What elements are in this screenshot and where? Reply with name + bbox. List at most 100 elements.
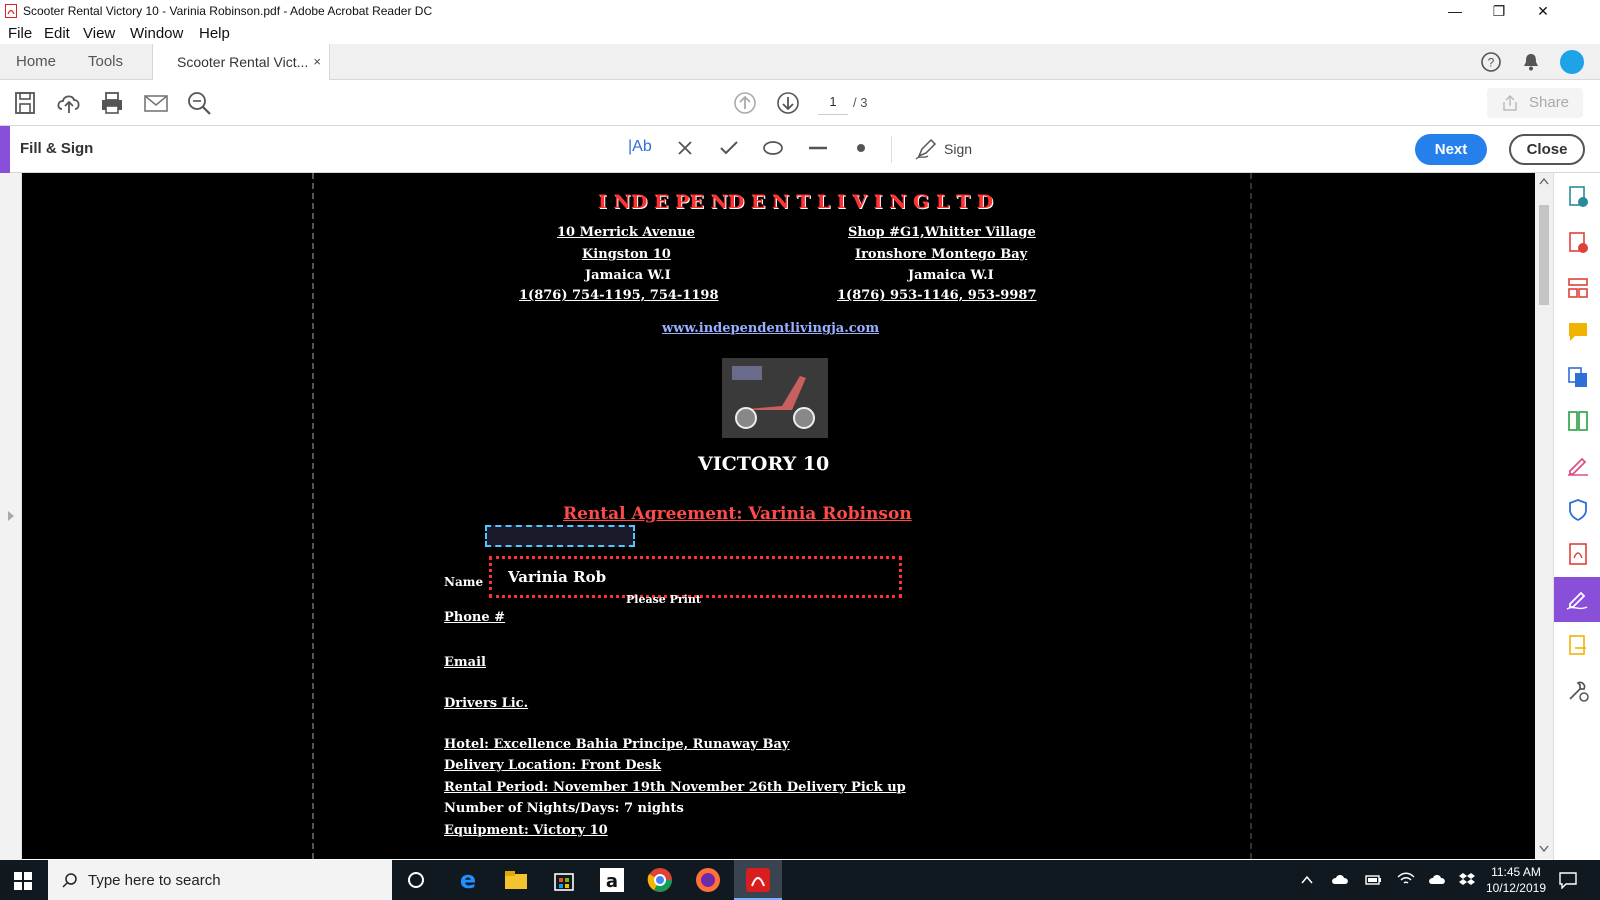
drivers-license-label: Drivers Lic. bbox=[444, 696, 529, 711]
search-icon bbox=[62, 873, 77, 888]
hotel-line: Hotel: Excellence Bahia Principe, Runawa… bbox=[444, 737, 790, 752]
close-fill-sign-button[interactable]: Close bbox=[1509, 134, 1585, 165]
title-bar: Scooter Rental Victory 10 - Varinia Robi… bbox=[0, 0, 1600, 23]
tab-tools[interactable]: Tools bbox=[88, 44, 123, 80]
vertical-scrollbar[interactable] bbox=[1535, 173, 1553, 859]
acrobat-app-icon bbox=[5, 4, 17, 18]
expand-panel-icon[interactable] bbox=[6, 509, 16, 523]
fill-sign-title: Fill & Sign bbox=[20, 140, 94, 157]
right-tools-rail bbox=[1553, 173, 1600, 860]
compare-files-icon[interactable] bbox=[1566, 409, 1590, 433]
menu-bar: File Edit View Window Help bbox=[0, 23, 1600, 44]
microsoft-store-icon[interactable] bbox=[550, 866, 578, 894]
dropbox-icon[interactable] bbox=[1458, 871, 1476, 887]
line-tool-icon[interactable] bbox=[807, 139, 829, 157]
dot-tool-icon[interactable] bbox=[852, 139, 870, 157]
window-title: Scooter Rental Victory 10 - Varinia Robi… bbox=[23, 4, 433, 18]
pdf-standards-icon[interactable] bbox=[1566, 542, 1590, 566]
scroll-down-icon[interactable] bbox=[1539, 845, 1549, 853]
edit-pdf-icon[interactable] bbox=[1566, 453, 1590, 477]
tab-home[interactable]: Home bbox=[16, 44, 56, 80]
sign-pen-icon[interactable] bbox=[914, 137, 938, 161]
website-link[interactable]: www.independentlivingja.com bbox=[662, 321, 879, 336]
comment-icon[interactable] bbox=[1566, 320, 1590, 344]
address-right-phone: 1(876) 953-1146, 953-9987 bbox=[837, 288, 1037, 303]
minimize-button[interactable]: — bbox=[1432, 0, 1478, 23]
zoom-search-icon[interactable] bbox=[185, 89, 213, 117]
tab-document[interactable]: Scooter Rental Vict... × bbox=[152, 44, 330, 81]
export-pdf-icon[interactable] bbox=[1566, 185, 1590, 209]
ellipse-tool-icon[interactable] bbox=[762, 139, 784, 157]
cloud-upload-tray-icon[interactable] bbox=[1428, 871, 1446, 887]
show-hidden-icons-chevron-icon[interactable] bbox=[1300, 874, 1314, 886]
email-label: Email bbox=[444, 655, 486, 670]
delivery-line: Delivery Location: Front Desk bbox=[444, 758, 662, 773]
send-for-signature-icon[interactable] bbox=[1566, 634, 1590, 658]
toolbar-divider bbox=[891, 136, 892, 163]
share-button[interactable]: Share bbox=[1487, 88, 1583, 118]
send-for-review-icon[interactable] bbox=[1566, 365, 1590, 389]
fill-sign-accent-stripe bbox=[0, 126, 10, 173]
scrollbar-thumb[interactable] bbox=[1539, 205, 1549, 305]
notifications-bell-icon[interactable] bbox=[1520, 51, 1542, 73]
page-number-input[interactable]: 1 bbox=[818, 89, 848, 115]
acrobat-taskbar-active[interactable] bbox=[734, 860, 782, 900]
phone-label: Phone # bbox=[444, 610, 506, 625]
file-explorer-icon[interactable] bbox=[502, 866, 530, 894]
protect-shield-icon[interactable] bbox=[1566, 498, 1590, 522]
wifi-icon[interactable] bbox=[1397, 871, 1415, 887]
user-avatar-icon[interactable] bbox=[1559, 49, 1585, 75]
windows-start-icon[interactable] bbox=[14, 872, 32, 890]
battery-icon[interactable] bbox=[1364, 872, 1382, 888]
text-format-popup[interactable] bbox=[485, 525, 635, 547]
menu-edit[interactable]: Edit bbox=[44, 25, 70, 42]
page-right-edge bbox=[1250, 173, 1252, 859]
svg-text:a: a bbox=[606, 871, 618, 892]
help-icon[interactable]: ? bbox=[1480, 51, 1502, 73]
firefox-browser-icon[interactable] bbox=[694, 866, 722, 894]
previous-page-icon[interactable] bbox=[731, 89, 759, 117]
task-view-icon[interactable] bbox=[402, 866, 430, 894]
agreement-title: Rental Agreement: Varinia Robinson bbox=[563, 504, 912, 524]
menu-view[interactable]: View bbox=[83, 25, 115, 42]
fill-sign-toolbar: Fill & Sign |Ab Sign Next Close bbox=[0, 126, 1600, 173]
page-left-edge bbox=[312, 173, 314, 859]
close-window-button[interactable]: ✕ bbox=[1520, 0, 1566, 23]
tab-close-icon[interactable]: × bbox=[313, 44, 321, 80]
checkmark-tool-icon[interactable] bbox=[719, 139, 739, 157]
name-field-value[interactable]: Varinia Rob bbox=[508, 568, 606, 586]
sign-button[interactable]: Sign bbox=[944, 141, 972, 157]
menu-file[interactable]: File bbox=[8, 25, 32, 42]
address-right-line3: Jamaica W.I bbox=[908, 268, 994, 283]
scooter-model-title: VICTORY 10 bbox=[698, 453, 830, 475]
save-icon[interactable] bbox=[11, 89, 39, 117]
next-page-icon[interactable] bbox=[774, 89, 802, 117]
chrome-browser-icon[interactable] bbox=[646, 866, 674, 894]
amazon-app-icon[interactable]: a bbox=[598, 866, 626, 894]
share-icon bbox=[1503, 94, 1517, 111]
taskbar-search-box[interactable]: Type here to search bbox=[48, 860, 392, 900]
add-text-tool-icon[interactable]: |Ab bbox=[628, 138, 652, 156]
next-button[interactable]: Next bbox=[1415, 134, 1487, 165]
svg-text:e: e bbox=[460, 866, 476, 894]
cross-mark-tool-icon[interactable] bbox=[676, 139, 694, 157]
print-icon[interactable] bbox=[98, 89, 126, 117]
scroll-up-icon[interactable] bbox=[1539, 177, 1549, 185]
more-tools-icon[interactable] bbox=[1566, 679, 1590, 703]
action-center-icon[interactable] bbox=[1558, 871, 1578, 889]
maximize-button[interactable]: ❐ bbox=[1476, 0, 1522, 23]
onedrive-cloud-icon[interactable] bbox=[1331, 872, 1349, 886]
fill-sign-tool-active[interactable] bbox=[1554, 577, 1600, 622]
organize-pages-icon[interactable] bbox=[1566, 276, 1590, 300]
page-total: / 3 bbox=[853, 95, 868, 110]
document-viewport[interactable]: I ND E PE ND E N T L I V I N G L T D 10 … bbox=[22, 173, 1535, 859]
system-clock[interactable]: 11:45 AM 10/12/2019 bbox=[1486, 864, 1546, 896]
tab-document-label: Scooter Rental Vict... bbox=[177, 54, 309, 70]
edge-browser-icon[interactable]: e bbox=[454, 866, 482, 894]
upload-cloud-icon[interactable] bbox=[55, 89, 83, 117]
menu-window[interactable]: Window bbox=[130, 25, 183, 42]
email-icon[interactable] bbox=[142, 89, 170, 117]
menu-help[interactable]: Help bbox=[199, 25, 230, 42]
svg-text:?: ? bbox=[1488, 56, 1495, 70]
create-pdf-icon[interactable] bbox=[1566, 231, 1590, 255]
